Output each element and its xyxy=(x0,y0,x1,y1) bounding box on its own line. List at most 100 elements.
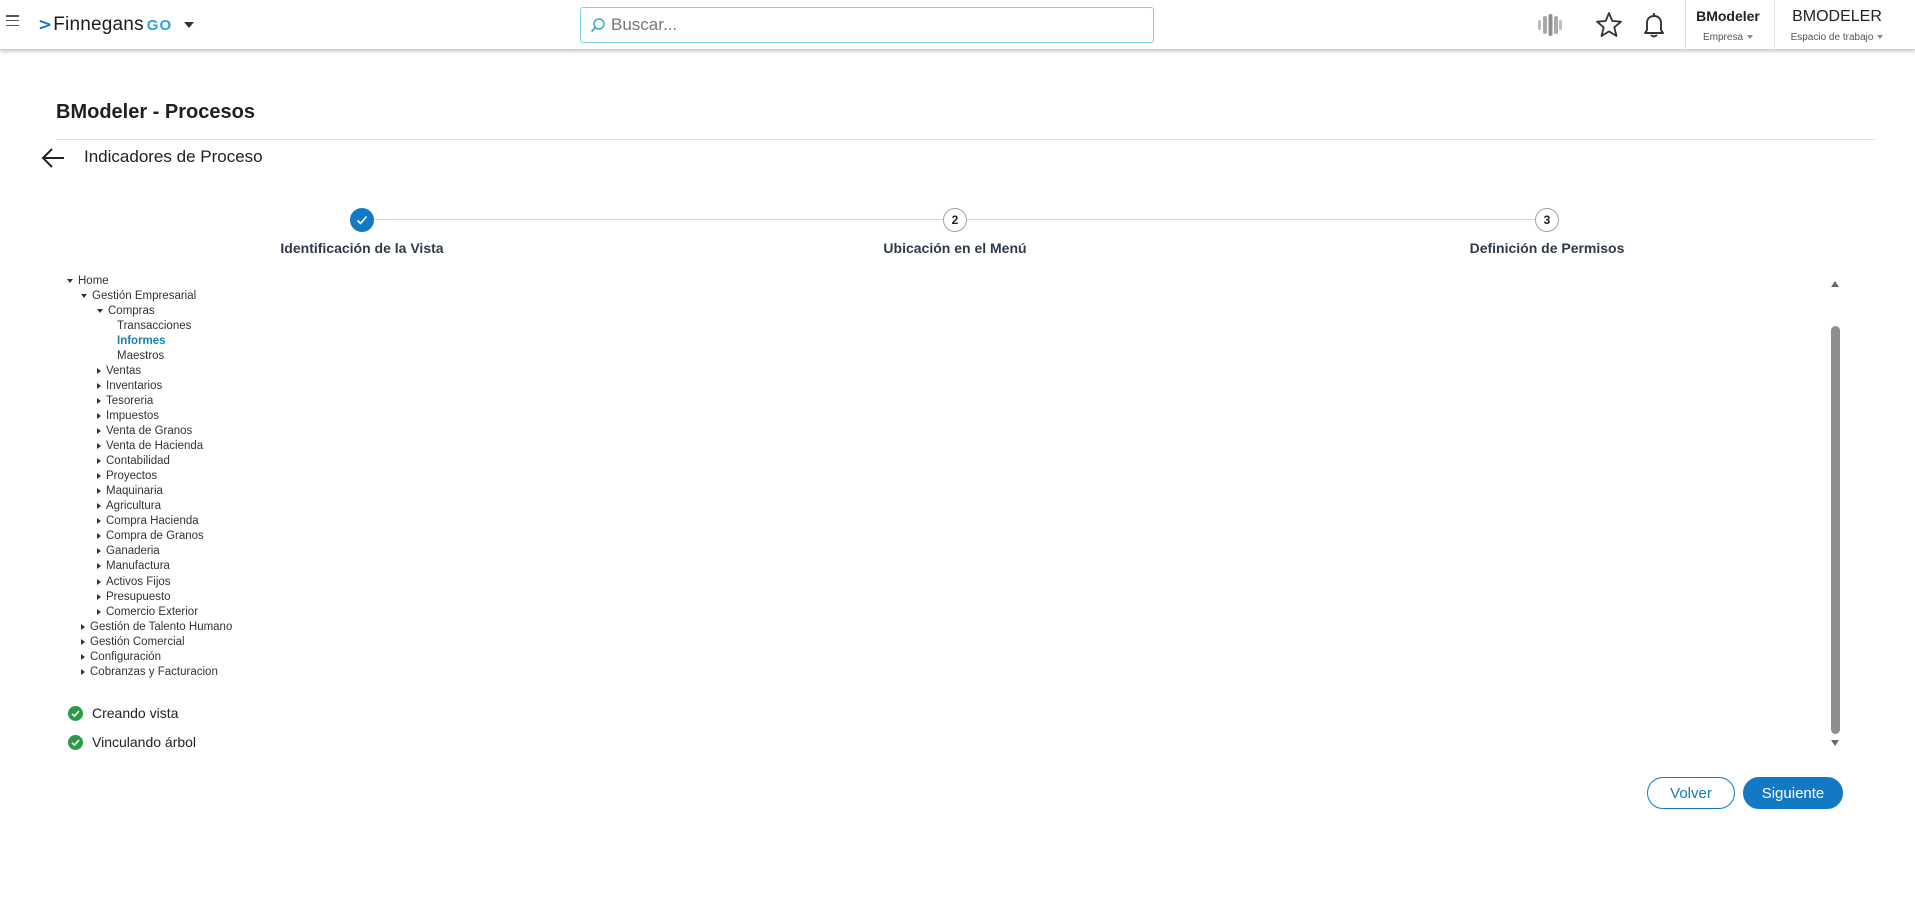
caret-right-icon[interactable] xyxy=(81,623,85,630)
caret-right-icon[interactable] xyxy=(97,503,101,510)
tree-item[interactable]: Cobranzas y Facturacion xyxy=(81,664,218,679)
tree-item[interactable]: Comercio Exterior xyxy=(97,604,198,619)
caret-right-icon[interactable] xyxy=(97,473,101,480)
bell-icon[interactable] xyxy=(1638,9,1670,41)
top-bar: > Finnegans GO BModeler xyxy=(0,0,1915,50)
tree-item-label: Inventarios xyxy=(106,379,163,392)
step-1-label: Identificación de la Vista xyxy=(280,240,444,256)
scroll-down-arrow[interactable] xyxy=(1831,740,1839,746)
tree-item[interactable]: Ganaderia xyxy=(97,544,160,559)
tree-item-label: Compras xyxy=(108,304,155,317)
scrollbar-thumb[interactable] xyxy=(1831,326,1840,734)
tree-item-label: Home xyxy=(78,274,109,287)
tree-item-label: Venta de Granos xyxy=(106,425,193,437)
search-icon xyxy=(590,18,605,33)
caret-right-icon[interactable] xyxy=(97,533,101,540)
step-2-circle[interactable]: 2 xyxy=(943,208,967,232)
caret-right-icon[interactable] xyxy=(97,608,101,615)
step-3-circle[interactable]: 3 xyxy=(1535,208,1559,232)
tree-item-label: Transacciones xyxy=(117,319,192,332)
tree-item[interactable]: Contabilidad xyxy=(97,454,170,469)
tree-item[interactable]: Tesoreria xyxy=(97,393,153,408)
company-label: Empresa xyxy=(1702,32,1743,43)
caret-right-icon[interactable] xyxy=(97,458,101,465)
tree-item[interactable]: Informes xyxy=(117,333,166,348)
tree-item-label: Maestros xyxy=(117,349,165,362)
workspace-selector[interactable]: BMODELER Espacio de trabajo xyxy=(1778,8,1896,43)
tree-item[interactable]: Activos Fijos xyxy=(97,574,171,589)
search-input[interactable] xyxy=(611,15,1131,35)
step-3-label: Definición de Permisos xyxy=(1469,240,1625,256)
caret-right-icon[interactable] xyxy=(97,428,101,434)
app-logo[interactable]: > Finnegans GO xyxy=(38,13,195,37)
tree-item[interactable]: Compra Hacienda xyxy=(97,514,199,529)
tree-item-label: Comercio Exterior xyxy=(106,605,199,618)
tree-item-label: Configuración xyxy=(90,650,161,663)
next-button[interactable]: Siguiente xyxy=(1743,777,1843,809)
caret-right-icon[interactable] xyxy=(97,548,101,555)
search-box[interactable] xyxy=(580,7,1154,43)
chevron-down-icon[interactable] xyxy=(184,22,195,28)
tree-item[interactable]: Presupuesto xyxy=(97,589,171,604)
divider xyxy=(56,139,1875,140)
scroll-up-arrow[interactable] xyxy=(1831,281,1839,287)
logo-text: Finnegans xyxy=(53,14,144,35)
caret-right-icon[interactable] xyxy=(97,488,101,495)
caret-right-icon[interactable] xyxy=(97,443,101,450)
tree-item[interactable]: Ventas xyxy=(97,363,141,378)
tree-item-label: Compra Hacienda xyxy=(106,515,199,528)
assistant-icon[interactable] xyxy=(1534,9,1566,41)
tree-item[interactable]: Maestros xyxy=(117,348,164,363)
tree-item[interactable]: Gestión Empresarial xyxy=(81,288,196,303)
check-circle-icon xyxy=(68,705,83,721)
step-connector xyxy=(967,219,1545,220)
tree-item[interactable]: Manufactura xyxy=(97,559,170,574)
caret-down-icon[interactable] xyxy=(67,278,73,283)
caret-right-icon[interactable] xyxy=(97,563,101,570)
caret-right-icon[interactable] xyxy=(97,367,101,374)
tree-item[interactable]: Compra de Granos xyxy=(97,529,204,544)
tree-item[interactable]: Inventarios xyxy=(97,378,162,393)
tree-item[interactable]: Compras xyxy=(97,303,155,318)
caret-right-icon[interactable] xyxy=(97,397,101,404)
caret-right-icon[interactable] xyxy=(97,412,101,419)
tree-item-label: Tesoreria xyxy=(106,394,154,407)
tree-item[interactable]: Gestión de Talento Humano xyxy=(81,619,232,634)
tree-item[interactable]: Configuración xyxy=(81,649,161,664)
tree-item[interactable]: Proyectos xyxy=(97,469,157,484)
company-selector[interactable]: BModeler Empresa xyxy=(1690,8,1766,43)
workspace-label: Espacio de trabajo xyxy=(1790,32,1874,43)
tree-item[interactable]: Transacciones xyxy=(117,318,191,333)
tree-item-label: Manufactura xyxy=(106,560,170,573)
caret-right-icon[interactable] xyxy=(81,668,85,675)
tree-item[interactable]: Impuestos xyxy=(97,408,159,423)
check-icon xyxy=(356,215,368,225)
tree-item[interactable]: Home xyxy=(67,273,109,288)
back-arrow-icon[interactable] xyxy=(40,146,66,170)
divider xyxy=(1774,0,1775,50)
tree-item[interactable]: Maquinaria xyxy=(97,484,163,499)
caret-right-icon[interactable] xyxy=(97,578,101,585)
tree-item[interactable]: Venta de Hacienda xyxy=(97,439,203,454)
caret-down-icon[interactable] xyxy=(97,308,103,313)
section-title: Indicadores de Proceso xyxy=(84,147,263,166)
caret-down-icon[interactable] xyxy=(81,293,87,298)
back-button[interactable]: Volver xyxy=(1647,777,1735,809)
tree-item[interactable]: Venta de Granos xyxy=(97,424,192,439)
star-icon[interactable] xyxy=(1593,9,1625,41)
caret-right-icon[interactable] xyxy=(97,518,101,525)
caret-right-icon[interactable] xyxy=(81,653,85,660)
tree-item[interactable]: Agricultura xyxy=(97,499,161,514)
step-1-circle[interactable] xyxy=(350,208,374,232)
menu-icon[interactable] xyxy=(6,15,19,27)
status-label: Vinculando árbol xyxy=(92,734,197,750)
tree-item[interactable]: Gestión Comercial xyxy=(81,634,185,649)
tree-item-label: Maquinaria xyxy=(106,485,163,498)
status-label: Creando vista xyxy=(92,705,179,721)
tree-item-label: Compra de Granos xyxy=(106,530,204,543)
chevron-down-icon xyxy=(1877,35,1884,40)
caret-right-icon[interactable] xyxy=(81,638,85,645)
caret-right-icon[interactable] xyxy=(97,593,101,600)
caret-right-icon[interactable] xyxy=(97,382,101,389)
tree-item-label: Ventas xyxy=(106,364,142,377)
